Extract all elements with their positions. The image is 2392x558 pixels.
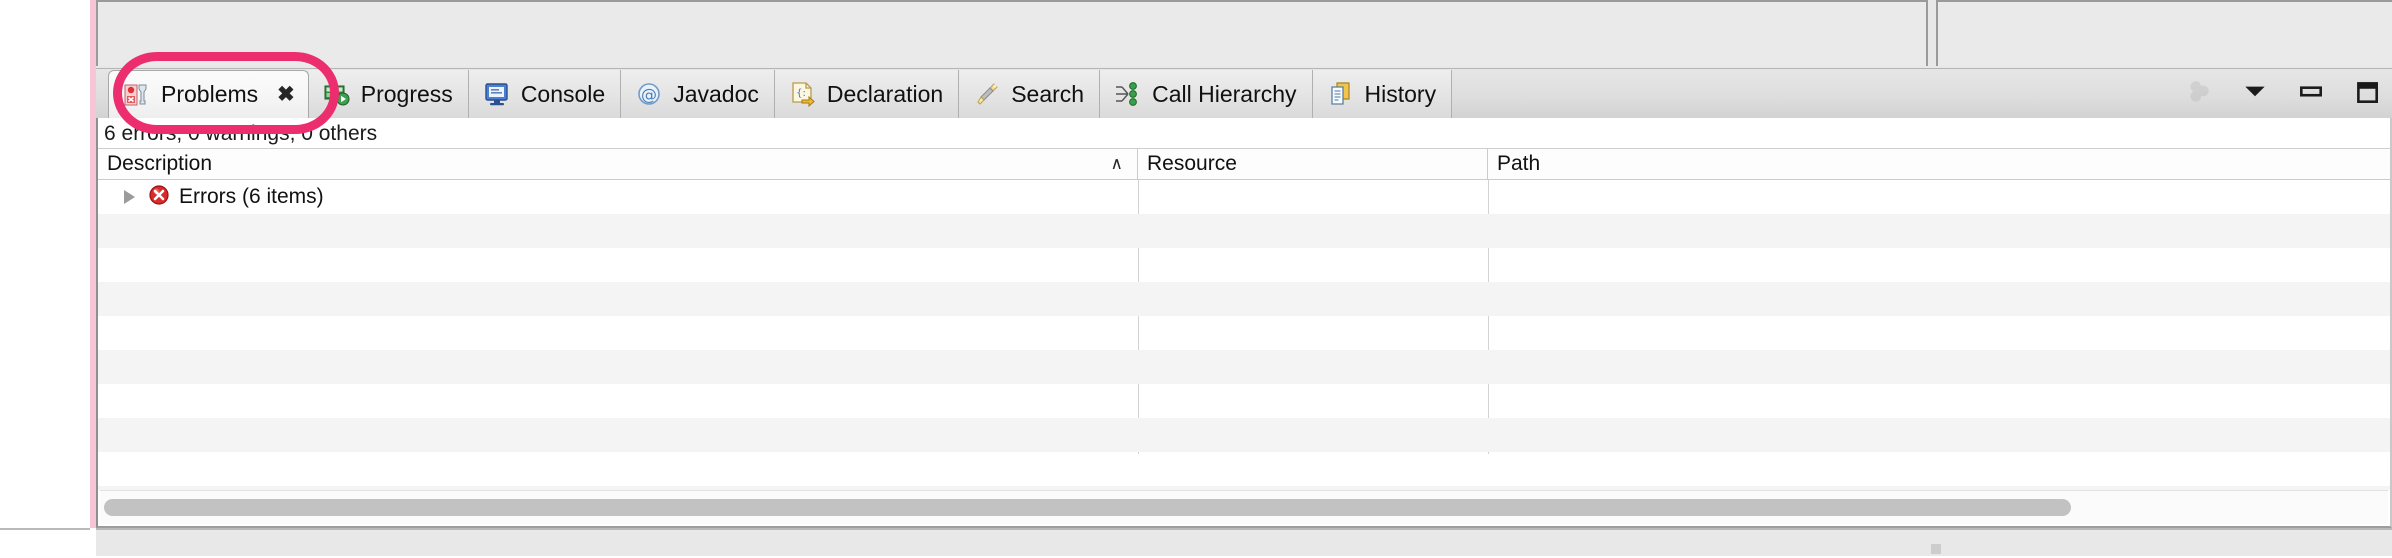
table-row-empty xyxy=(98,282,2390,316)
tab-label: Javadoc xyxy=(673,80,759,107)
column-header-resource[interactable]: Resource xyxy=(1138,149,1488,179)
problems-summary: 6 errors, 0 warnings, 0 others xyxy=(98,118,2390,148)
cell-resource xyxy=(1138,180,1488,214)
resize-tick xyxy=(1931,544,1941,554)
editor-area-remnant-right xyxy=(1936,0,2392,66)
tab-history[interactable]: History xyxy=(1312,70,1453,118)
column-header-description[interactable]: Description ∧ xyxy=(98,149,1138,179)
chevron-right-icon[interactable] xyxy=(124,190,135,204)
tab-problems[interactable]: Problems ✖ xyxy=(108,70,309,118)
table-row-empty xyxy=(98,452,2390,486)
tab-label: History xyxy=(1364,80,1437,107)
view-tab-bar: Problems ✖ Progress Console @ Javadoc {:… xyxy=(96,68,2392,118)
problems-icon xyxy=(124,82,150,108)
tab-label: Progress xyxy=(360,80,453,107)
search-icon xyxy=(974,81,1000,107)
view-menu-icon[interactable] xyxy=(2240,77,2270,107)
table-row-empty xyxy=(98,350,2390,384)
tab-label: Search xyxy=(1011,80,1085,107)
view-stack: Problems ✖ Progress Console @ Javadoc {:… xyxy=(96,68,2392,528)
console-icon xyxy=(484,81,510,107)
table-row[interactable]: Errors (6 items) xyxy=(98,180,2390,214)
column-label: Path xyxy=(1497,152,1541,175)
cell-path xyxy=(1488,180,2390,214)
tab-progress[interactable]: Progress xyxy=(308,70,469,118)
progress-icon xyxy=(324,81,350,107)
problems-table-rows: Errors (6 items) xyxy=(98,180,2390,490)
tab-javadoc[interactable]: @ Javadoc xyxy=(621,70,775,118)
left-white-gutter-bottom xyxy=(0,528,90,558)
view-stack-toolbar xyxy=(2184,77,2382,107)
tab-declaration[interactable]: {: Declaration xyxy=(774,70,960,118)
tab-label: Call Hierarchy xyxy=(1152,80,1297,107)
tab-label: Problems xyxy=(161,81,259,107)
sort-ascending-icon[interactable]: ∧ xyxy=(1111,154,1123,174)
tab-label: Console xyxy=(520,80,606,107)
svg-text:@: @ xyxy=(641,85,657,104)
table-row-empty xyxy=(98,316,2390,350)
declaration-icon: {: xyxy=(790,81,816,108)
left-white-gutter xyxy=(0,0,90,528)
editor-area-remnant-left xyxy=(96,0,1928,66)
window-bottom-strip xyxy=(96,528,2392,556)
call-hierarchy-icon xyxy=(1115,81,1141,107)
table-row-empty xyxy=(98,248,2390,282)
maximize-icon[interactable] xyxy=(2352,77,2382,107)
javadoc-at-icon: @ xyxy=(636,81,662,107)
tab-console[interactable]: Console xyxy=(468,70,622,118)
tab-call-hierarchy[interactable]: Call Hierarchy xyxy=(1100,70,1313,118)
history-icon xyxy=(1328,81,1354,107)
svg-text:{:: {: xyxy=(796,88,806,99)
column-label: Description xyxy=(107,152,213,175)
close-icon[interactable]: ✖ xyxy=(277,82,295,107)
row-description-label: Errors (6 items) xyxy=(179,185,324,208)
table-row-empty xyxy=(98,384,2390,418)
horizontal-scrollbar[interactable] xyxy=(100,490,2388,524)
table-row-empty xyxy=(98,214,2390,248)
screenshot-root: Problems ✖ Progress Console @ Javadoc {:… xyxy=(0,0,2392,558)
tab-label: Declaration xyxy=(826,80,944,107)
error-icon xyxy=(148,184,170,211)
minimize-icon[interactable] xyxy=(2296,77,2326,107)
tab-search[interactable]: Search xyxy=(959,70,1101,118)
workbench-area: Problems ✖ Progress Console @ Javadoc {:… xyxy=(96,0,2392,556)
horizontal-scroll-thumb[interactable] xyxy=(104,499,2071,516)
filters-icon[interactable] xyxy=(2184,77,2214,107)
table-header: Description ∧ Resource Path xyxy=(98,148,2390,180)
problems-view-body: 6 errors, 0 warnings, 0 others Descripti… xyxy=(96,118,2392,528)
cell-description: Errors (6 items) xyxy=(98,180,1138,214)
column-label: Resource xyxy=(1147,152,1237,175)
column-header-path[interactable]: Path xyxy=(1488,149,2390,179)
table-row-empty xyxy=(98,418,2390,452)
